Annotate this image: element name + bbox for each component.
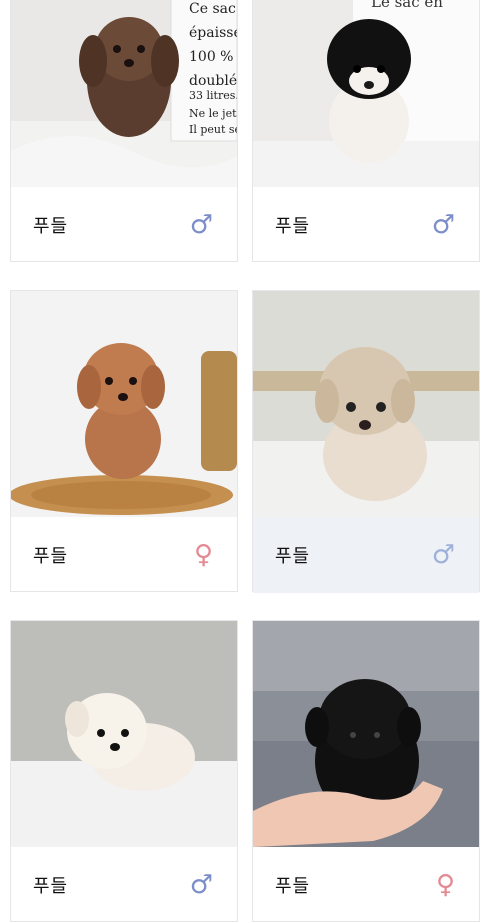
photo-text-line: 100 % r: [189, 49, 237, 65]
card-caption: 푸들 ♀: [11, 517, 237, 593]
puppy-card[interactable]: Ce sac d épaisseu 100 % r doublé 33 litr…: [10, 0, 238, 262]
card-caption: 푸들 ♂: [253, 187, 479, 263]
puppy-card[interactable]: 푸들 ♂: [10, 620, 238, 922]
puppy-photo[interactable]: Le sac en: [253, 0, 479, 187]
male-icon: ♂: [189, 210, 213, 240]
breed-label: 푸들: [33, 546, 69, 567]
breed-label: 푸들: [275, 216, 311, 237]
puppy-card[interactable]: 푸들 ♀: [10, 290, 238, 592]
female-icon: ♀: [435, 870, 455, 900]
breed-label: 푸들: [33, 876, 69, 897]
breed-label: 푸들: [275, 876, 311, 897]
photo-text-line: Il peut se: [189, 123, 237, 136]
puppy-photo[interactable]: Ce sac d épaisseu 100 % r doublé 33 litr…: [11, 0, 237, 187]
card-caption: 푸들 ♂: [11, 847, 237, 923]
photo-text-line: Le sac en: [371, 0, 443, 11]
puppy-photo[interactable]: [253, 291, 479, 517]
puppy-photo[interactable]: [11, 291, 237, 517]
puppy-card[interactable]: 푸들 ♂: [252, 290, 480, 593]
puppy-photo[interactable]: [11, 621, 237, 847]
breed-label: 푸들: [33, 216, 69, 237]
photo-text-line: épaisseu: [189, 25, 237, 41]
male-icon: ♂: [189, 870, 213, 900]
photo-text-line: 33 litres.: [189, 89, 237, 102]
female-icon: ♀: [193, 540, 213, 570]
card-caption: 푸들 ♂: [11, 187, 237, 263]
photo-text-line: doublé: [189, 73, 237, 89]
photo-text-line: Ne le jete: [189, 107, 237, 120]
card-caption: 푸들 ♂: [253, 517, 479, 593]
puppy-card[interactable]: 푸들 ♀: [252, 620, 480, 922]
male-icon: ♂: [431, 210, 455, 240]
male-icon: ♂: [431, 540, 455, 570]
card-caption: 푸들 ♀: [253, 847, 479, 923]
photo-text-line: Ce sac d: [189, 1, 237, 17]
puppy-card[interactable]: Le sac en 푸들 ♂: [252, 0, 480, 262]
puppy-photo[interactable]: [253, 621, 479, 847]
breed-label: 푸들: [275, 546, 311, 567]
